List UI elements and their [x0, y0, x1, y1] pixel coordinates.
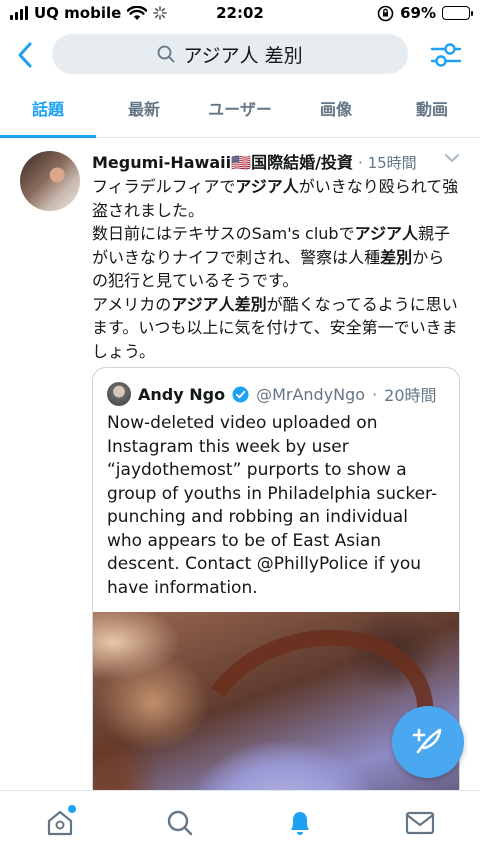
nav-notifications[interactable] [280, 803, 320, 843]
quoted-tweet[interactable]: Andy Ngo @MrAndyNgo · 20時間 Now-deleted v… [92, 367, 460, 854]
search-icon [157, 45, 175, 63]
quoted-avatar [107, 382, 131, 406]
verified-badge-icon [232, 386, 249, 402]
status-bar: UQ mobile 22:02 69% [0, 0, 480, 28]
tweet-header: Megumi-Hawaii🇺🇸国際結婚/投資 · 15時間 [92, 149, 462, 173]
tab-photos[interactable]: 画像 [288, 90, 384, 137]
quoted-author-name: Andy Ngo [138, 384, 226, 404]
sliders-icon[interactable] [430, 40, 462, 70]
compose-button[interactable] [392, 706, 464, 778]
mail-icon [405, 811, 435, 834]
chevron-left-icon[interactable] [12, 40, 40, 70]
nav-messages[interactable] [400, 803, 440, 843]
nav-search[interactable] [160, 803, 200, 843]
battery-percent: 69% [400, 4, 436, 22]
nav-home[interactable] [40, 803, 80, 843]
search-icon [167, 810, 193, 835]
bell-icon [291, 811, 309, 835]
notification-dot [68, 804, 76, 813]
tab-top[interactable]: 話題 [0, 90, 96, 138]
avatar[interactable] [20, 151, 80, 211]
tab-latest[interactable]: 最新 [96, 90, 192, 137]
quoted-separator: · [372, 384, 378, 404]
quoted-tweet-header: Andy Ngo @MrAndyNgo · 20時間 [107, 382, 437, 406]
tab-videos[interactable]: 動画 [384, 90, 480, 137]
tweet-timestamp: · 15時間 [358, 154, 417, 172]
quoted-handle: @MrAndyNgo [256, 384, 366, 404]
tweet-text: フィラデルフィアでアジア人がいきなり殴られて強盗されました。 数日前にはテキサス… [92, 177, 459, 361]
search-header: アジア人 差別 [0, 28, 480, 82]
tab-people[interactable]: ユーザー [192, 90, 288, 137]
quoted-timestamp: 20時間 [384, 386, 437, 405]
flag-icon: 🇺🇸 [231, 153, 252, 172]
compose-feather-icon [412, 728, 442, 754]
chevron-down-icon[interactable] [444, 153, 460, 163]
orientation-lock-icon [377, 5, 394, 21]
search-input[interactable]: アジア人 差別 [52, 34, 408, 74]
tweet-author-name[interactable]: Megumi-Hawaii🇺🇸国際結婚/投資 [92, 153, 353, 172]
search-tabs: 話題 最新 ユーザー 画像 動画 [0, 90, 480, 138]
search-query: アジア人 差別 [183, 44, 303, 67]
quoted-tweet-text: Now-deleted video uploaded on Instagram … [107, 413, 438, 598]
status-right: 69% [377, 4, 473, 22]
bottom-nav [0, 790, 480, 854]
battery-icon [442, 6, 473, 20]
